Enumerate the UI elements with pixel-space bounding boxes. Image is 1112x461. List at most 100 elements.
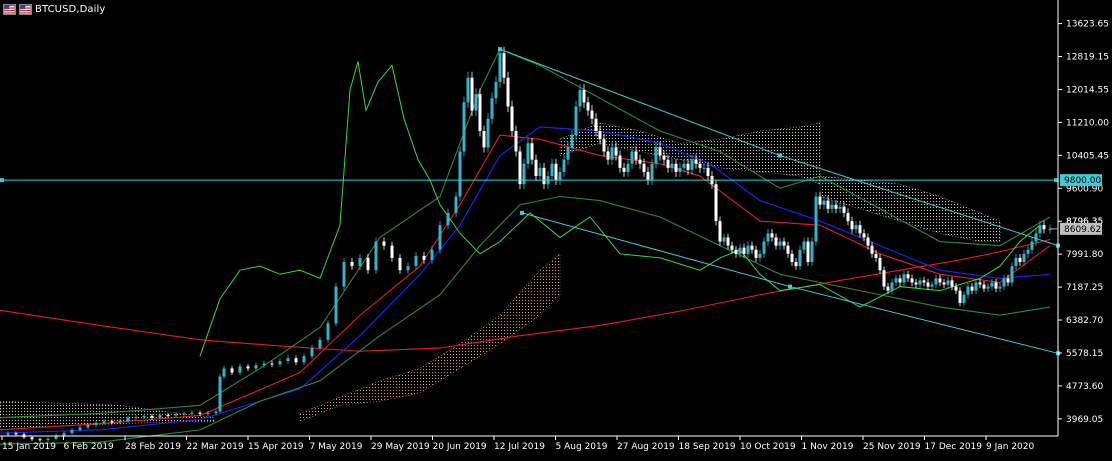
candle-down	[806, 241, 810, 263]
candle-up	[766, 233, 770, 242]
candle-up	[578, 90, 582, 107]
candle-down	[350, 262, 354, 267]
candle-up	[894, 278, 898, 283]
candle-up	[174, 414, 178, 416]
candle-down	[754, 249, 758, 258]
candle-down	[554, 163, 558, 181]
y-tick-label: 7991.80	[1066, 250, 1103, 260]
candle-down	[542, 167, 546, 185]
candle-up	[490, 98, 494, 119]
candle-up	[498, 53, 502, 82]
x-tick-label: 5 Aug 2019	[556, 442, 608, 452]
chart-root[interactable]: 13623.65 12819.15 12014.55 11210.00 10405.45…	[0, 0, 1112, 457]
candle-up	[254, 365, 258, 369]
candle-up	[934, 278, 938, 285]
candle-up	[650, 163, 654, 181]
candle-down	[866, 237, 870, 246]
channel-anchor-point	[520, 210, 524, 215]
candle-down	[110, 421, 114, 423]
level-price-label: 9800.00	[1064, 176, 1101, 186]
candle-down	[634, 151, 638, 160]
candle-up	[126, 417, 130, 421]
candle-up	[190, 412, 194, 414]
candle-up	[566, 147, 570, 160]
candle-down	[882, 270, 886, 287]
candle-down	[734, 249, 738, 254]
candle-down	[842, 206, 846, 213]
candle-down	[706, 167, 710, 177]
candle-up	[286, 358, 290, 362]
candle-down	[590, 110, 594, 119]
candle-down	[726, 237, 730, 246]
x-tick-label: 28 Feb 2019	[125, 442, 181, 452]
candle-up	[1010, 266, 1014, 283]
candle-up	[550, 163, 554, 177]
candle-up	[986, 286, 990, 289]
x-tick-label: 12 Jul 2019	[494, 442, 545, 452]
candle-up	[1034, 233, 1038, 242]
price-chart[interactable]: 13623.65 12819.15 12014.55 11210.00 10405.45…	[0, 0, 1112, 457]
candle-down	[598, 131, 602, 140]
candle-up	[570, 135, 574, 148]
candle-up	[974, 282, 978, 291]
candle-down	[150, 415, 154, 418]
x-tick-label: 25 Nov 2019	[863, 442, 921, 452]
candle-up	[358, 257, 362, 267]
channel-anchor-point	[498, 47, 502, 52]
candle-down	[926, 282, 930, 287]
candle-up	[702, 167, 706, 169]
candle-up	[118, 420, 122, 423]
candle-down	[530, 143, 534, 160]
candle-up	[738, 247, 742, 254]
level-anchor-right	[1054, 178, 1058, 183]
candle-up	[1026, 249, 1030, 254]
candle-down	[950, 280, 954, 287]
candle-down	[790, 253, 794, 263]
candle-up	[446, 212, 450, 226]
candle-down	[246, 366, 250, 369]
candle-down	[534, 159, 538, 177]
candle-down	[714, 184, 718, 222]
y-tick-label: 10405.45	[1066, 151, 1109, 161]
flag-icon	[3, 3, 16, 15]
candle-down	[1018, 257, 1022, 263]
x-tick-label: 9 Jan 2020	[986, 442, 1034, 452]
candle-up	[690, 159, 694, 170]
candle-down	[942, 282, 946, 285]
candle-down	[586, 102, 590, 111]
candle-up	[838, 206, 842, 209]
candle-down	[514, 131, 518, 152]
candle-up	[802, 241, 806, 250]
candle-down	[270, 363, 274, 365]
candle-down	[938, 278, 942, 283]
candle-down	[594, 118, 598, 132]
y-tick-label: 11210.00	[1066, 118, 1109, 128]
chart-title-bar: BTCUSD,Daily	[3, 2, 105, 16]
x-tick-label: 6 Feb 2019	[64, 442, 115, 452]
candle-down	[730, 245, 734, 250]
x-tick-label: 20 Jun 2019	[433, 442, 487, 452]
level-anchor-left	[0, 178, 4, 183]
candle-up	[474, 94, 478, 111]
y-tick-label: 5578.15	[1066, 349, 1103, 359]
candle-down	[14, 433, 18, 435]
candle-up	[406, 266, 410, 271]
candle-up	[930, 284, 934, 287]
candle-down	[914, 282, 918, 285]
candle-up	[962, 294, 966, 303]
candle-up	[682, 163, 686, 168]
x-tick-label: 1 Nov 2019	[802, 442, 854, 452]
candle-down	[1006, 278, 1010, 283]
candle-up	[1002, 278, 1006, 287]
y-tick-label: 3969.05	[1066, 415, 1103, 425]
candle-up	[1022, 253, 1026, 263]
y-tick-label: 13623.65	[1066, 20, 1109, 30]
candle-down	[662, 155, 666, 160]
candle-up	[1014, 257, 1018, 267]
flag-icon-us	[19, 3, 32, 15]
candle-up	[902, 274, 906, 283]
candle-up	[430, 249, 434, 260]
candle-up	[218, 376, 222, 412]
candle-up	[278, 361, 282, 365]
y-tick-label: 12014.55	[1066, 85, 1109, 95]
